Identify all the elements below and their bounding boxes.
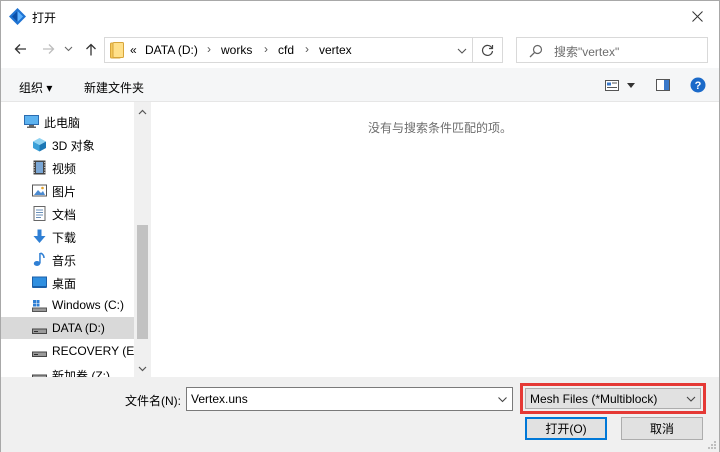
video-icon — [33, 160, 46, 175]
sidebar-item-videos[interactable]: 视频 — [1, 156, 134, 178]
recent-locations-button[interactable] — [60, 38, 76, 60]
computer-icon — [24, 115, 39, 128]
file-type-highlight: Mesh Files (*Multiblock) — [520, 383, 706, 414]
scrollbar-thumb[interactable] — [137, 225, 148, 339]
sidebar-item-label: 视频 — [52, 162, 77, 176]
resize-grip-icon[interactable] — [707, 440, 717, 450]
cancel-button-label: 取消 — [649, 422, 674, 436]
desktop-icon — [32, 276, 47, 288]
navigation-pane: 此电脑 3D 对象 视频 图片 文档 下载 音乐 桌面 Windows (C:)… — [1, 102, 151, 377]
file-name-panel: 文件名(N): Vertex.uns Mesh Files (*Multiblo… — [1, 377, 719, 452]
sidebar-item-label: 桌面 — [52, 277, 77, 291]
sidebar-item-label: DATA (D:) — [52, 321, 105, 335]
sidebar-item-label: 音乐 — [52, 254, 77, 268]
view-options-icon[interactable] — [605, 80, 619, 91]
pictures-icon — [32, 184, 47, 197]
sidebar-item-this-pc[interactable]: 此电脑 — [1, 110, 134, 132]
sidebar-item-data-d[interactable]: DATA (D:) — [1, 317, 134, 339]
address-bar[interactable]: « DATA (D:) › works › cfd › vertex — [104, 37, 473, 63]
refresh-button[interactable] — [472, 37, 503, 63]
sidebar-item-label: 下载 — [52, 231, 77, 245]
search-placeholder: 搜索"vertex" — [554, 45, 620, 59]
breadcrumb-overflow[interactable]: « — [130, 43, 137, 57]
open-file-dialog: 打开 « DATA (D:) › works › cfd › vertex 搜索… — [0, 0, 720, 452]
sidebar-item-label: RECOVERY (E:) — [52, 344, 142, 358]
sidebar-item-label: Windows (C:) — [52, 298, 125, 312]
breadcrumb-separator[interactable]: › — [264, 42, 268, 56]
sidebar-item-label: 文档 — [52, 208, 77, 222]
chevron-down-icon — [64, 46, 72, 52]
file-type-select[interactable]: Mesh Files (*Multiblock) — [525, 388, 701, 409]
sidebar-item-label: 3D 对象 — [52, 139, 95, 153]
search-input[interactable]: 搜索"vertex" — [516, 37, 708, 63]
cancel-button[interactable]: 取消 — [621, 417, 703, 440]
arrow-left-icon — [14, 44, 26, 54]
empty-results-message: 没有与搜索条件匹配的项。 — [368, 121, 513, 135]
3d-objects-icon — [33, 138, 46, 152]
sidebar-item-music[interactable]: 音乐 — [1, 248, 134, 270]
open-button[interactable]: 打开(O) — [525, 417, 607, 440]
file-type-value: Mesh Files (*Multiblock) — [530, 392, 658, 406]
breadcrumb-separator[interactable]: › — [207, 42, 211, 56]
arrow-up-icon — [86, 43, 96, 55]
arrow-right-icon — [42, 44, 54, 54]
new-folder-button[interactable]: 新建文件夹 — [84, 79, 144, 96]
drive-icon — [32, 374, 47, 377]
sidebar-item-label: 此电脑 — [44, 116, 81, 130]
music-icon — [33, 252, 45, 266]
help-icon[interactable]: ? — [690, 77, 706, 93]
filename-value: Vertex.uns — [191, 392, 248, 406]
breadcrumb-data-drive[interactable]: DATA (D:) — [145, 43, 198, 57]
breadcrumb-works[interactable]: works — [221, 43, 252, 57]
sidebar-item-desktop[interactable]: 桌面 — [1, 271, 134, 293]
sidebar-scrollbar[interactable] — [134, 102, 151, 377]
sidebar-item-documents[interactable]: 文档 — [1, 202, 134, 224]
breadcrumb-separator[interactable]: › — [305, 42, 309, 56]
up-button[interactable] — [80, 38, 102, 60]
scroll-up-icon[interactable] — [138, 108, 147, 117]
command-bar: 组织 ▾ 新建文件夹 ? — [1, 68, 719, 102]
title-bar: 打开 — [1, 1, 719, 32]
filename-field[interactable]: Vertex.uns — [186, 387, 513, 411]
sidebar-item-recovery-e[interactable]: RECOVERY (E:) — [1, 340, 142, 362]
drive-icon — [32, 328, 47, 334]
sidebar-item-new-volume-z[interactable]: 新加卷 (Z:) — [1, 363, 134, 377]
preview-pane-icon[interactable] — [656, 79, 670, 91]
forward-button[interactable] — [37, 38, 59, 60]
chevron-down-icon[interactable] — [497, 394, 508, 405]
sidebar-item-label: 新加卷 (Z:) — [52, 369, 110, 377]
chevron-down-icon — [686, 396, 696, 402]
close-button[interactable] — [675, 1, 719, 32]
open-button-label: 打开(O) — [545, 422, 587, 436]
download-icon — [33, 229, 46, 243]
address-row: « DATA (D:) › works › cfd › vertex 搜索"ve… — [1, 32, 719, 68]
folder-icon — [110, 42, 124, 59]
app-logo-icon — [9, 8, 26, 25]
sidebar-item-pictures[interactable]: 图片 — [1, 179, 134, 201]
back-button[interactable] — [9, 38, 31, 60]
sidebar-item-3d-objects[interactable]: 3D 对象 — [1, 133, 134, 155]
scroll-down-icon[interactable] — [138, 364, 147, 373]
drive-icon — [32, 351, 47, 357]
filename-label: 文件名(N): — [125, 394, 181, 408]
sidebar-item-label: 图片 — [52, 185, 77, 199]
organize-menu-button[interactable]: 组织 ▾ — [19, 79, 52, 96]
chevron-down-icon[interactable] — [456, 45, 468, 57]
svg-text:?: ? — [695, 80, 702, 92]
breadcrumb-cfd[interactable]: cfd — [278, 43, 294, 57]
breadcrumb-vertex[interactable]: vertex — [319, 43, 352, 57]
sidebar-item-downloads[interactable]: 下载 — [1, 225, 134, 247]
view-dropdown-icon[interactable] — [627, 83, 635, 88]
window-title: 打开 — [32, 11, 57, 25]
windows-drive-icon — [32, 300, 47, 312]
file-list-area[interactable]: 没有与搜索条件匹配的项。 — [151, 102, 719, 377]
search-icon — [529, 44, 543, 58]
documents-icon — [33, 206, 46, 221]
sidebar-item-windows-c[interactable]: Windows (C:) — [1, 294, 134, 316]
refresh-icon — [481, 44, 493, 56]
close-icon — [691, 11, 703, 22]
